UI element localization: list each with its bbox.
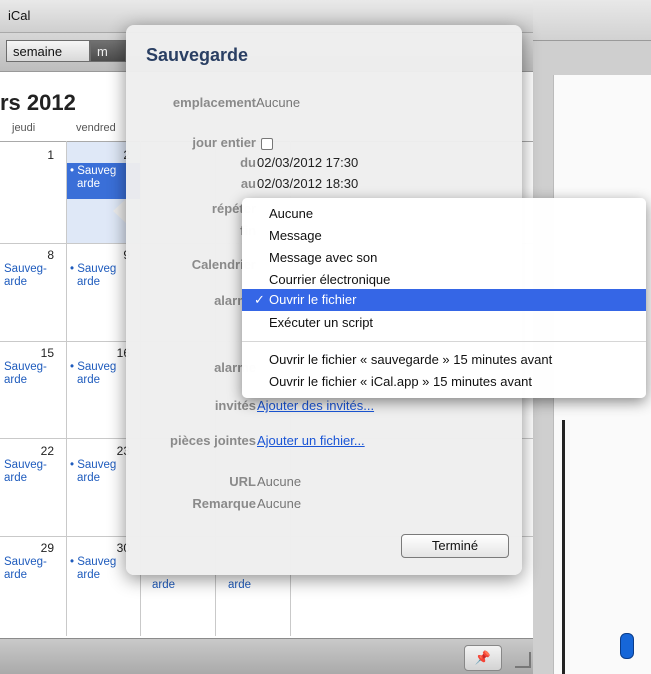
event[interactable]: • Sauveg arde	[70, 361, 116, 387]
alarm-dropdown-menu: Aucune Message Message avec son Courrier…	[242, 198, 646, 398]
event[interactable]: • Sauveg arde	[70, 459, 116, 485]
menu-separator	[242, 341, 646, 342]
note-value[interactable]: Aucune	[257, 496, 301, 511]
done-button[interactable]: Terminé	[401, 534, 509, 558]
location-value[interactable]: Aucune	[256, 95, 300, 110]
menu-item-email[interactable]: Courrier électronique	[242, 269, 646, 291]
day-name-friday: vendred	[76, 122, 116, 134]
invitees-label: invités	[214, 398, 256, 413]
event-title-line1: Sauveg	[77, 165, 117, 177]
repeat-label: répéter	[211, 201, 256, 216]
month-title: rs 2012	[0, 90, 76, 115]
resize-grip-icon[interactable]	[515, 652, 531, 668]
day-number: 29	[40, 541, 54, 555]
scroll-thumb[interactable]	[620, 633, 634, 659]
event[interactable]: Sauveg-arde	[4, 263, 47, 289]
event[interactable]: arde	[152, 579, 175, 592]
day-number: 16	[116, 346, 130, 360]
day-number: 30	[116, 541, 130, 555]
add-invitees-link[interactable]: Ajouter des invités...	[257, 398, 374, 413]
day-number: 2	[90, 148, 130, 162]
location-label: emplacement	[172, 95, 256, 110]
end-label: fin	[126, 223, 256, 238]
event-title[interactable]: Sauvegarde	[146, 45, 248, 66]
menu-item-none[interactable]: Aucune	[242, 203, 646, 225]
attachments-label: pièces jointes	[170, 433, 256, 448]
day-number: 1	[47, 148, 54, 162]
note-label: Remarque	[192, 496, 256, 511]
menu-item-run-script[interactable]: Exécuter un script	[242, 312, 646, 334]
calendar-label: Calendrier	[191, 257, 256, 272]
event[interactable]: Sauveg-arde	[4, 459, 47, 485]
status-bar	[0, 638, 533, 674]
from-label: du	[240, 155, 256, 170]
add-attachment-link[interactable]: Ajouter un fichier...	[257, 433, 365, 448]
day-number: 23	[116, 444, 130, 458]
menu-item-message-sound[interactable]: Message avec son	[242, 247, 646, 269]
popover-arrow	[113, 198, 127, 224]
month-view-button[interactable]: m	[90, 40, 126, 62]
pushpin-icon: 📌	[474, 650, 492, 665]
checkmark-icon: ✓	[254, 292, 265, 307]
allday-checkbox[interactable]	[261, 138, 273, 150]
day-number: 22	[40, 444, 54, 458]
day-number: 8	[47, 248, 54, 262]
menu-item-label: Ouvrir le fichier	[269, 292, 357, 307]
pushpin-button[interactable]: 📌	[464, 645, 502, 671]
event[interactable]: Sauveg-arde	[4, 361, 47, 387]
alarm-label-2: alarme	[214, 360, 256, 375]
menu-item-open-sauvegarde[interactable]: Ouvrir le fichier « sauvegarde » 15 minu…	[242, 349, 646, 371]
event[interactable]: • Sauveg arde	[70, 263, 116, 289]
app-title: iCal	[8, 8, 31, 23]
alarm-label: alarme	[214, 293, 256, 308]
event[interactable]: arde	[228, 579, 251, 592]
day-number: 9	[90, 248, 130, 262]
url-label: URL	[229, 474, 256, 489]
url-value[interactable]: Aucune	[257, 474, 301, 489]
allday-label: jour entier	[192, 135, 256, 150]
menu-item-open-file[interactable]: ✓ Ouvrir le fichier	[242, 289, 646, 311]
background-window-titlebar	[533, 0, 651, 41]
week-view-button[interactable]: semaine	[6, 40, 90, 62]
background-divider	[562, 420, 565, 674]
event[interactable]: Sauveg-arde	[4, 556, 47, 582]
event-title-line2: arde	[77, 178, 101, 190]
day-name-thursday: jeudi	[12, 122, 36, 134]
to-label: au	[240, 176, 256, 191]
menu-item-message[interactable]: Message	[242, 225, 646, 247]
event[interactable]: • Sauveg arde	[70, 556, 116, 582]
day-number: 15	[40, 346, 54, 360]
menu-item-open-ical[interactable]: Ouvrir le fichier « iCal.app » 15 minute…	[242, 371, 646, 393]
to-datetime[interactable]: 02/03/2012 18:30	[257, 176, 358, 191]
from-datetime[interactable]: 02/03/2012 17:30	[257, 155, 358, 170]
